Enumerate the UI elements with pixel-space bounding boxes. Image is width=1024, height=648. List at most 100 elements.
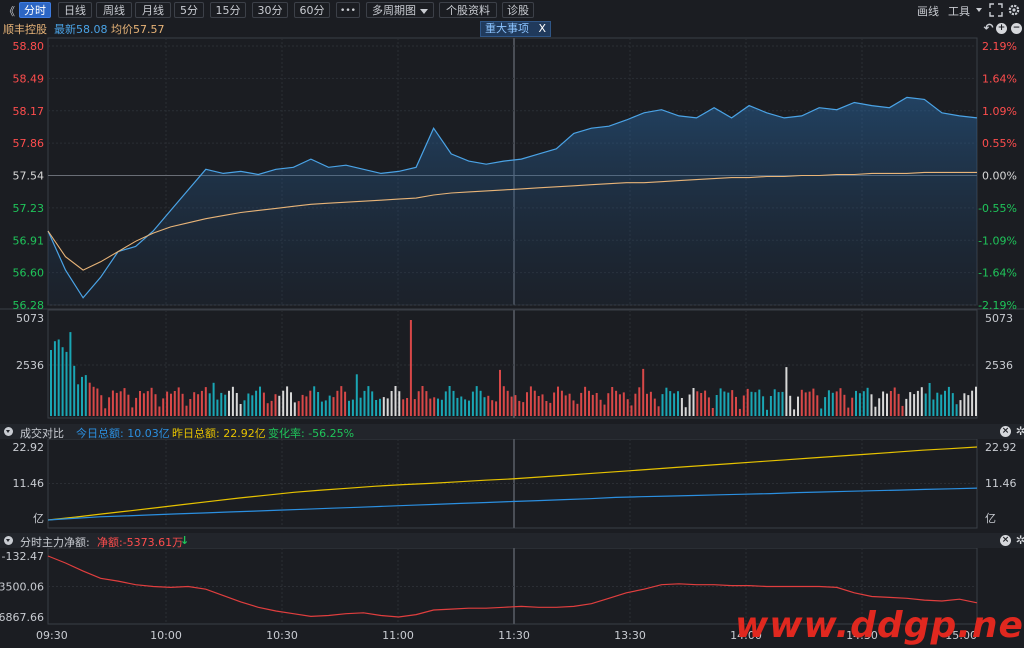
volume-bar <box>290 392 292 416</box>
volume-bar <box>754 392 757 416</box>
volume-bar <box>200 390 203 416</box>
volume-bar <box>193 392 196 416</box>
volume-bar <box>142 393 145 416</box>
volume-bar <box>88 382 91 416</box>
volume-bar <box>158 406 161 416</box>
volume-bar <box>529 386 532 416</box>
volume-bar <box>382 397 385 416</box>
volume-bar <box>313 386 316 416</box>
net-flow-title: 分时主力净额: <box>20 536 90 549</box>
volume-bar <box>320 401 323 416</box>
volume-bar <box>618 394 621 416</box>
volume-bar <box>371 391 374 416</box>
volume-bar <box>351 399 354 416</box>
amount-tick: 11.46 <box>13 477 45 490</box>
x-tick: 11:30 <box>498 629 530 642</box>
volume-bar <box>367 386 370 416</box>
volume-bar <box>557 386 559 416</box>
volume-bar <box>266 403 269 416</box>
volume-bar <box>460 396 463 416</box>
x-tick: 13:30 <box>614 629 646 642</box>
volume-bar <box>568 393 571 416</box>
volume-bar <box>208 393 211 416</box>
volume-bar <box>955 404 958 416</box>
panel-settings-icon[interactable]: ✲ <box>1015 534 1024 546</box>
volume-bar <box>769 396 772 416</box>
x-tick: 10:30 <box>266 629 298 642</box>
volume-bar <box>406 398 409 416</box>
volume-bar <box>162 398 165 416</box>
volume-bar <box>793 409 796 416</box>
volume-bar <box>510 396 513 416</box>
volume-bar <box>661 394 664 416</box>
volume-bar <box>123 388 126 416</box>
volume-bar <box>220 392 223 416</box>
volume-bar <box>560 390 563 416</box>
volume-bar <box>855 390 857 416</box>
x-tick: 09:30 <box>36 629 68 642</box>
volume-bar <box>448 386 451 416</box>
volume-bar <box>738 408 741 416</box>
volume-bar <box>506 390 509 416</box>
volume-bar <box>317 392 320 416</box>
volume-bar <box>336 390 339 416</box>
net-flow-bar: 分时主力净额: 净额:-5373.61万 ↓ × ✲ <box>0 533 1024 549</box>
volume-bar <box>487 395 490 416</box>
collapse-icon[interactable] <box>4 536 13 545</box>
volume-bar <box>81 376 83 416</box>
volume-bar <box>572 400 575 416</box>
y-tick-right: -1.09% <box>978 234 1017 247</box>
volume-bar <box>417 391 420 416</box>
volume-bar <box>704 390 707 416</box>
volume-bar <box>808 391 811 416</box>
panel-settings-icon[interactable]: ✲ <box>1015 425 1024 437</box>
volume-bar <box>483 397 486 416</box>
volume-bar <box>905 398 908 416</box>
volume-bar <box>947 386 950 416</box>
volume-bar <box>468 400 470 416</box>
volume-bar <box>77 384 80 416</box>
volume-bar <box>127 394 130 416</box>
volume-bar <box>363 390 366 416</box>
volume-bar <box>166 391 169 416</box>
volume-bar <box>758 389 761 416</box>
volume-bar <box>491 400 494 416</box>
volume-bar <box>827 390 830 416</box>
y-tick-left: 58.17 <box>13 105 45 118</box>
volume-bar <box>274 394 277 416</box>
volume-bar <box>390 391 393 416</box>
close-panel-icon[interactable]: × <box>1000 426 1011 437</box>
collapse-icon[interactable] <box>4 427 13 436</box>
volume-bar <box>576 403 579 416</box>
volume-bar <box>69 332 72 416</box>
volume-bar <box>224 394 227 416</box>
volume-bar <box>924 393 927 416</box>
net-flow-tick: -3500.06 <box>0 580 44 593</box>
volume-bar <box>522 402 525 416</box>
watermark: www.ddgp.net <box>735 605 1024 646</box>
volume-bar <box>615 390 618 416</box>
volume-bar <box>305 396 308 416</box>
volume-bar <box>646 393 648 416</box>
volume-bar <box>394 386 397 416</box>
volume-bar <box>742 395 745 416</box>
volume-bar <box>475 386 478 416</box>
change-rate: 变化率: -56.25% <box>268 427 355 440</box>
volume-bar <box>495 401 498 416</box>
volume-bar <box>111 390 114 416</box>
amount-tick: 亿 <box>985 512 996 525</box>
volume-bar <box>820 408 823 416</box>
volume-bar <box>251 395 254 416</box>
volume-bar <box>216 399 219 416</box>
y-tick-left: 58.80 <box>13 40 45 53</box>
volume-bar <box>816 395 819 416</box>
volume-bar <box>104 408 107 416</box>
volume-bar <box>920 387 923 416</box>
volume-bar <box>766 409 768 416</box>
volume-bar <box>824 397 827 416</box>
volume-bar <box>73 365 76 416</box>
volume-bar <box>843 394 846 416</box>
volume-bar <box>603 404 606 416</box>
volume-bar <box>564 395 567 416</box>
close-panel-icon[interactable]: × <box>1000 535 1011 546</box>
